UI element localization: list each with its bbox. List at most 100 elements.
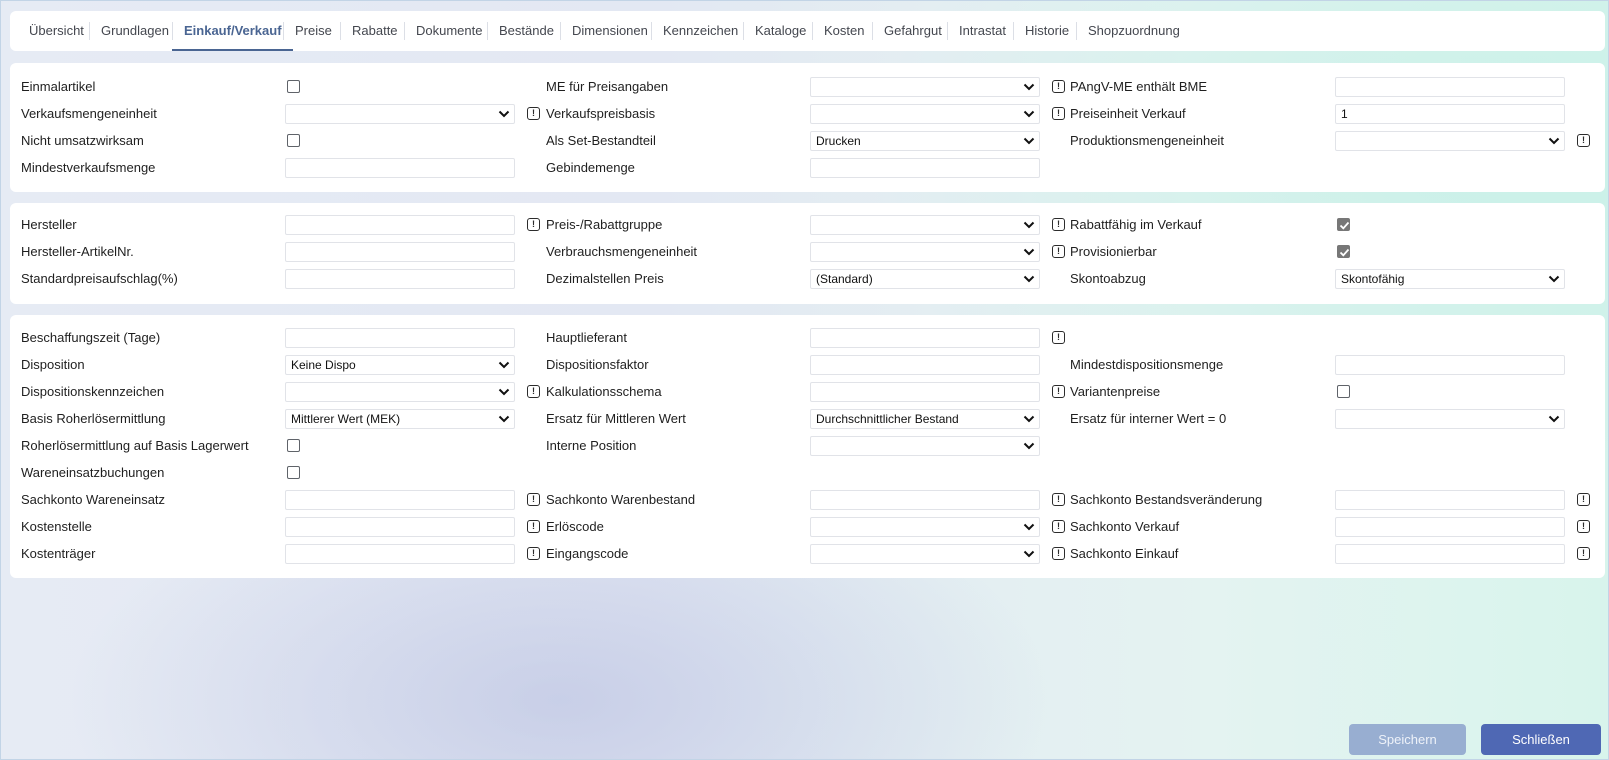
select-value: Drucken [816,134,861,148]
save-button[interactable]: Speichern [1349,724,1466,755]
info-icon[interactable]: ! [1577,493,1590,506]
provisionierbar-checkbox[interactable] [1337,245,1350,258]
tab-intrastat[interactable]: Intrastat [959,11,1006,51]
kostentraeger-input[interactable] [285,544,515,564]
dezimalstellen-preis-select[interactable]: (Standard) [810,269,1040,289]
info-icon[interactable]: ! [1577,547,1590,560]
ersatz-interner-wert-select[interactable] [1335,409,1565,429]
dispositionsfaktor-label: Dispositionsfaktor [546,357,649,372]
verkaufspreisbasis-select[interactable] [810,104,1040,124]
sachkonto-verkauf-label: Sachkonto Verkauf [1070,519,1180,534]
interne-position-select[interactable] [810,436,1040,456]
tab-separator [560,22,561,40]
tab-separator [743,22,744,40]
preis-rabattgruppe-select[interactable] [810,215,1040,235]
tab-dimensionen[interactable]: Dimensionen [572,11,648,51]
gebindemenge-input[interactable] [810,158,1040,178]
verbrauchsmengeneinheit-select[interactable] [810,242,1040,262]
set-bestandteil-select[interactable]: Drucken [810,131,1040,151]
info-icon[interactable]: ! [1052,331,1065,344]
hersteller-input[interactable] [285,215,515,235]
variantenpreise-checkbox[interactable] [1337,385,1350,398]
info-icon[interactable]: ! [1052,245,1065,258]
info-icon[interactable]: ! [1052,493,1065,506]
hauptlieferant-label: Hauptlieferant [546,330,627,345]
verkaufsmengeneinheit-label: Verkaufsmengeneinheit [21,106,157,121]
roherloes-lagerwert-checkbox[interactable] [287,439,300,452]
hauptlieferant-input[interactable] [810,328,1040,348]
tab-separator [340,22,341,40]
tab-historie[interactable]: Historie [1025,11,1069,51]
info-icon[interactable]: ! [1052,520,1065,533]
ersatz-mittlerer-wert-select[interactable]: Durchschnittlicher Bestand [810,409,1040,429]
tab-grundlagen[interactable]: Grundlagen [101,11,169,51]
info-icon[interactable]: ! [1577,134,1590,147]
tab-uebersicht[interactable]: Übersicht [29,11,84,51]
info-icon[interactable]: ! [1052,218,1065,231]
close-button[interactable]: Schließen [1481,724,1601,755]
wareneinsatzbuchungen-checkbox[interactable] [287,466,300,479]
select-value: Durchschnittlicher Bestand [816,412,959,426]
tab-shopzuordnung[interactable]: Shopzuordnung [1088,11,1180,51]
kostenstelle-input[interactable] [285,517,515,537]
pangv-me-input[interactable] [1335,77,1565,97]
tab-einkauf-verkauf[interactable]: Einkauf/Verkauf [172,11,293,51]
hersteller-artikelnr-input[interactable] [285,242,515,262]
tab-bestaende[interactable]: Bestände [499,11,554,51]
disposition-label: Disposition [21,357,85,372]
sachkonto-verkauf-input[interactable] [1335,517,1565,537]
info-icon[interactable]: ! [1052,547,1065,560]
einkauf-panel: Beschaffungszeit (Tage) Disposition Kein… [10,315,1605,578]
mindestverkaufsmenge-input[interactable] [285,158,515,178]
check-icon [1339,248,1350,257]
info-icon[interactable]: ! [1052,80,1065,93]
beschaffungszeit-input[interactable] [285,328,515,348]
info-icon[interactable]: ! [1577,520,1590,533]
sachkonto-bestandsveraenderung-label: Sachkonto Bestandsveränderung [1070,492,1263,507]
info-icon[interactable]: ! [527,493,540,506]
sachkonto-einkauf-input[interactable] [1335,544,1565,564]
info-icon[interactable]: ! [1052,385,1065,398]
sachkonto-bestandsveraenderung-input[interactable] [1335,490,1565,510]
eingangscode-label: Eingangscode [546,546,629,561]
tab-rabatte[interactable]: Rabatte [352,11,398,51]
info-icon[interactable]: ! [527,107,540,120]
dispositionskennzeichen-select[interactable] [285,382,515,402]
tab-dokumente[interactable]: Dokumente [416,11,482,51]
einmalartikel-checkbox[interactable] [287,80,300,93]
basis-roherloes-select[interactable]: Mittlerer Wert (MEK) [285,409,515,429]
erloescode-select[interactable] [810,517,1040,537]
me-preisangaben-select[interactable] [810,77,1040,97]
rabattfaehig-checkbox[interactable] [1337,218,1350,231]
tab-kataloge[interactable]: Kataloge [755,11,806,51]
tab-separator [89,22,90,40]
info-icon[interactable]: ! [527,385,540,398]
sachkonto-warenbestand-input[interactable] [810,490,1040,510]
sachkonto-wareneinsatz-input[interactable] [285,490,515,510]
info-icon[interactable]: ! [527,547,540,560]
chevron-down-icon [1023,110,1035,118]
eingangscode-select[interactable] [810,544,1040,564]
tab-preise[interactable]: Preise [295,11,332,51]
produktionsmengeneinheit-select[interactable] [1335,131,1565,151]
kalkulationsschema-input[interactable] [810,382,1040,402]
interne-position-label: Interne Position [546,438,637,453]
info-icon[interactable]: ! [527,218,540,231]
mindestdispositionsmenge-input[interactable] [1335,355,1565,375]
dispositionsfaktor-input[interactable] [810,355,1040,375]
skontoabzug-select[interactable]: Skontofähig [1335,269,1565,289]
chevron-down-icon [1023,523,1035,531]
nicht-umsatzwirksam-checkbox[interactable] [287,134,300,147]
chevron-down-icon [1023,442,1035,450]
preiseinheit-verkauf-input[interactable]: 1 [1335,104,1565,124]
disposition-select[interactable]: Keine Dispo [285,355,515,375]
tab-kosten[interactable]: Kosten [824,11,864,51]
tab-kennzeichen[interactable]: Kennzeichen [663,11,738,51]
select-value: Mittlerer Wert (MEK) [291,412,401,426]
verkaufsmengeneinheit-select[interactable] [285,104,515,124]
info-icon[interactable]: ! [527,520,540,533]
tab-gefahrgut[interactable]: Gefahrgut [884,11,942,51]
info-icon[interactable]: ! [1052,107,1065,120]
dispositionskennzeichen-label: Dispositionskennzeichen [21,384,165,399]
standardpreisaufschlag-input[interactable] [285,269,515,289]
